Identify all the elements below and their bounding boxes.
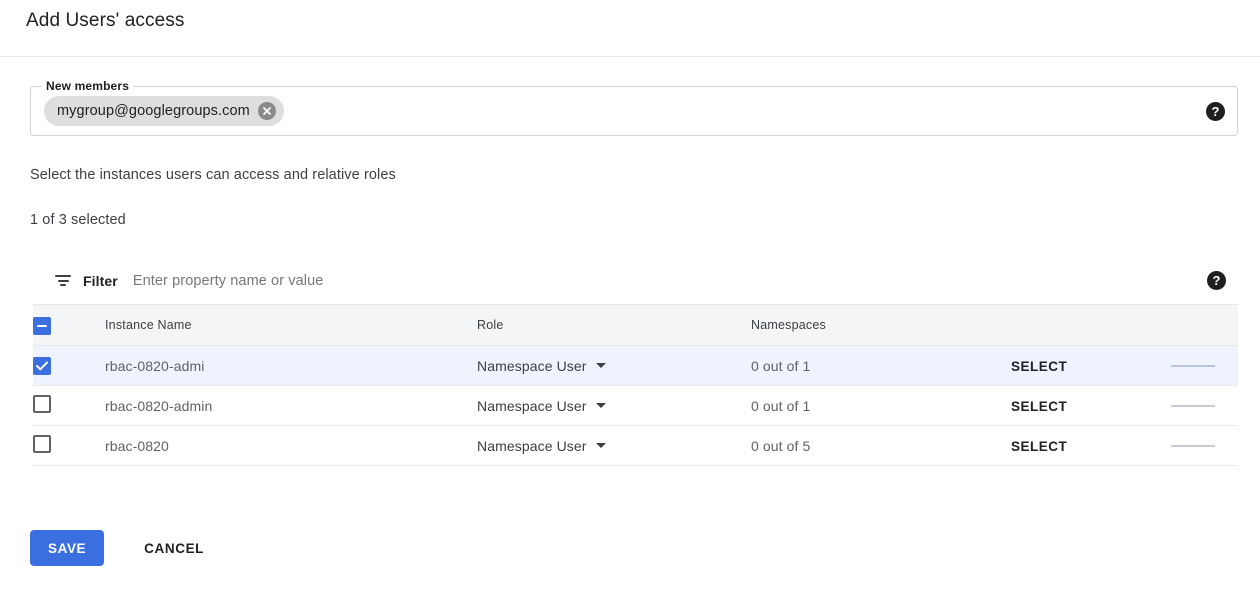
row-checkbox-cell xyxy=(33,386,105,426)
row-checkbox-cell xyxy=(33,346,105,386)
chevron-down-icon xyxy=(596,443,606,448)
chevron-down-icon xyxy=(596,363,606,368)
help-icon[interactable]: ? xyxy=(1207,271,1226,290)
table-header-row: Instance Name Role Namespaces xyxy=(33,305,1238,346)
cell-tail xyxy=(1171,386,1238,426)
cell-role: Namespace User xyxy=(477,386,751,426)
table-row[interactable]: rbac-0820-admi Namespace User 0 out of 1… xyxy=(33,346,1238,386)
filter-bar: Filter ? xyxy=(33,257,1238,305)
close-circle-icon[interactable] xyxy=(258,102,276,120)
cell-instance-name: rbac-0820 xyxy=(105,426,477,466)
select-namespaces-button[interactable]: SELECT xyxy=(1011,359,1067,374)
cell-tail xyxy=(1171,426,1238,466)
chevron-down-icon xyxy=(596,403,606,408)
help-icon[interactable]: ? xyxy=(1206,102,1225,121)
select-all-checkbox[interactable] xyxy=(33,317,51,335)
cancel-button[interactable]: CANCEL xyxy=(128,530,220,566)
cell-action: SELECT xyxy=(1011,426,1171,466)
row-checkbox-cell xyxy=(33,426,105,466)
column-divider-mark xyxy=(1171,445,1215,447)
form-actions: SAVE CANCEL xyxy=(30,530,220,566)
filter-help-button[interactable]: ? xyxy=(1207,271,1226,290)
cell-action: SELECT xyxy=(1011,346,1171,386)
table-row[interactable]: rbac-0820 Namespace User 0 out of 5 SELE… xyxy=(33,426,1238,466)
role-dropdown-value: Namespace User xyxy=(477,438,587,454)
selection-summary: 1 of 3 selected xyxy=(30,212,126,228)
column-divider-mark xyxy=(1171,365,1215,367)
cell-namespaces: 0 out of 1 xyxy=(751,346,1011,386)
filter-label: Filter xyxy=(83,273,118,289)
table-row[interactable]: rbac-0820-admin Namespace User 0 out of … xyxy=(33,386,1238,426)
filter-list-icon[interactable] xyxy=(55,272,73,290)
row-checkbox[interactable] xyxy=(33,395,51,413)
cell-action: SELECT xyxy=(1011,386,1171,426)
cell-tail xyxy=(1171,346,1238,386)
column-header-instance-name: Instance Name xyxy=(105,305,477,346)
role-dropdown-value: Namespace User xyxy=(477,398,587,414)
role-dropdown[interactable]: Namespace User xyxy=(477,358,751,374)
filter-input[interactable] xyxy=(133,273,1207,289)
cell-role: Namespace User xyxy=(477,426,751,466)
instances-table: Instance Name Role Namespaces rbac-0820-… xyxy=(33,305,1238,466)
new-members-help-button[interactable]: ? xyxy=(1206,102,1225,121)
instances-table-container: Filter ? Instance Name Role Namespaces xyxy=(33,257,1238,466)
cell-instance-name: rbac-0820-admin xyxy=(105,386,477,426)
role-dropdown-value: Namespace User xyxy=(477,358,587,374)
cell-namespaces: 0 out of 5 xyxy=(751,426,1011,466)
row-checkbox[interactable] xyxy=(33,435,51,453)
column-header-namespaces: Namespaces xyxy=(751,305,1011,346)
column-header-action xyxy=(1011,305,1171,346)
select-namespaces-button[interactable]: SELECT xyxy=(1011,399,1067,414)
cell-role: Namespace User xyxy=(477,346,751,386)
save-button[interactable]: SAVE xyxy=(30,530,104,566)
column-header-tail xyxy=(1171,305,1238,346)
cell-namespaces: 0 out of 1 xyxy=(751,386,1011,426)
select-namespaces-button[interactable]: SELECT xyxy=(1011,439,1067,454)
title-divider xyxy=(0,56,1260,57)
column-divider-mark xyxy=(1171,405,1215,407)
instruction-text: Select the instances users can access an… xyxy=(30,167,396,183)
column-header-role: Role xyxy=(477,305,751,346)
cell-instance-name: rbac-0820-admi xyxy=(105,346,477,386)
new-members-label: New members xyxy=(42,79,133,93)
role-dropdown[interactable]: Namespace User xyxy=(477,398,751,414)
select-all-header xyxy=(33,305,105,346)
role-dropdown[interactable]: Namespace User xyxy=(477,438,751,454)
page-title: Add Users' access xyxy=(26,10,184,32)
member-chip[interactable]: mygroup@googlegroups.com xyxy=(44,96,284,126)
new-members-field[interactable]: New members mygroup@googlegroups.com ? xyxy=(30,86,1238,136)
member-chip-label: mygroup@googlegroups.com xyxy=(57,103,250,119)
row-checkbox[interactable] xyxy=(33,357,51,375)
